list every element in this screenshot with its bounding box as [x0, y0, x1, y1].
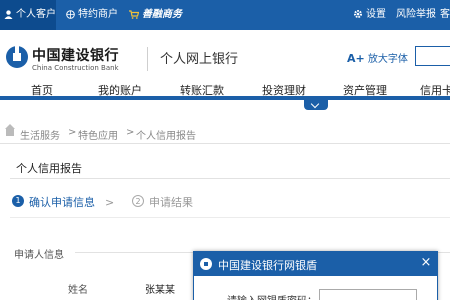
nav-item-transfer[interactable]: 转账汇款: [180, 82, 224, 98]
home-icon[interactable]: [5, 124, 15, 136]
user-icon: [4, 9, 13, 19]
cart-icon: [129, 9, 139, 19]
nav-item-credit-card[interactable]: 信用卡: [420, 82, 450, 98]
name-value: 张某某: [145, 285, 175, 296]
password-input[interactable]: [319, 289, 417, 300]
search-input[interactable]: [415, 46, 450, 66]
nav-item-my-account[interactable]: 我的账户: [98, 82, 142, 98]
settings-link[interactable]: 设置: [353, 0, 386, 30]
personal-customer-label: 个人客户: [16, 9, 56, 20]
shan-rong-link[interactable]: 善融商务: [129, 0, 182, 30]
step-arrow-icon: >: [105, 196, 115, 209]
gear-icon: [354, 10, 362, 18]
password-prompt: 请输入网银盾密码：: [227, 292, 317, 300]
merchant-label: 特约商户: [78, 9, 118, 20]
nav-item-investment[interactable]: 投资理财: [262, 82, 306, 98]
enlarge-font-button[interactable]: A+ 放大字体: [347, 50, 408, 65]
step-number-1: 1: [12, 195, 24, 207]
logo-chinese-name: 中国建设银行: [32, 48, 119, 64]
step-label-result: 申请结果: [149, 196, 193, 209]
globe-icon: [66, 9, 75, 19]
nav-expand-toggle[interactable]: [304, 100, 328, 110]
header-divider: [147, 47, 148, 71]
applicant-info-heading: 申请人信息: [14, 250, 64, 261]
step-number-2: 2: [132, 195, 144, 207]
usb-key-dialog: 中国建设银行网银盾 × 请输入网银盾密码：: [193, 251, 438, 300]
section-divider: [10, 178, 450, 179]
risk-report-link[interactable]: 风险举报: [396, 0, 436, 30]
breadcrumb-item-life-services[interactable]: 生活服务: [20, 127, 60, 142]
name-label: 姓名: [68, 285, 88, 296]
ccb-logo-icon[interactable]: [6, 46, 28, 68]
merchant-link[interactable]: 特约商户: [66, 0, 118, 30]
section-title: 个人信用报告: [16, 162, 82, 175]
step-label-confirm: 确认申请信息: [29, 196, 95, 209]
steps-divider: [10, 217, 450, 218]
breadcrumb-separator: >: [68, 127, 77, 138]
nav-item-home[interactable]: 首页: [31, 82, 53, 98]
dialog-title: 中国建设银行网银盾: [218, 259, 317, 272]
close-icon[interactable]: ×: [418, 255, 434, 271]
site-header: 中国建设银行 China Construction Bank 个人网上银行 A+…: [0, 30, 450, 80]
dialog-header: 中国建设银行网银盾 ×: [194, 252, 437, 276]
enlarge-font-label: 放大字体: [367, 54, 408, 65]
main-nav: 首页 我的账户 转账汇款 投资理财 资产管理 信用卡: [0, 80, 450, 100]
personal-customer-link[interactable]: 个人客户: [0, 0, 56, 30]
service-link[interactable]: 客: [440, 0, 450, 30]
top-bar: 个人客户 特约商户 善融商务 设置 风险举报 客: [0, 0, 450, 30]
font-size-icon: A+: [347, 52, 365, 65]
breadcrumb-item-credit-report: 个人信用报告: [136, 131, 196, 142]
ccb-logo-icon: [200, 258, 212, 270]
settings-label: 设置: [366, 9, 386, 20]
breadcrumb-item-featured-apps[interactable]: 特色应用: [78, 127, 118, 142]
shan-rong-label: 善融商务: [142, 9, 182, 20]
page-title: 个人网上银行: [160, 52, 239, 67]
breadcrumb-separator: >: [126, 127, 135, 138]
nav-item-asset-management[interactable]: 资产管理: [343, 82, 387, 98]
logo-english-name: China Construction Bank: [32, 64, 119, 72]
breadcrumb: 生活服务 > 特色应用 > 个人信用报告: [0, 118, 450, 144]
